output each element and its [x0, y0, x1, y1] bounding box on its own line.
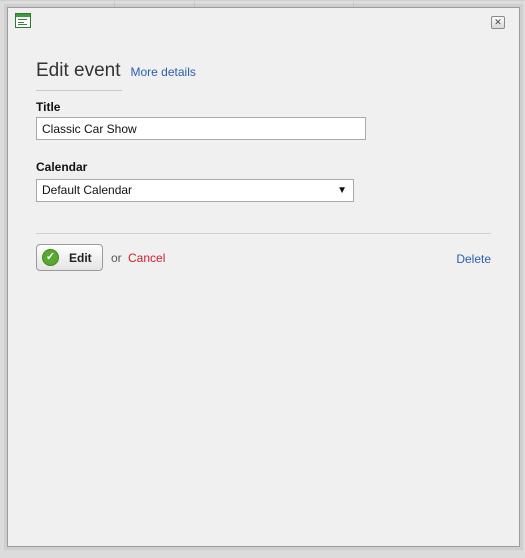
calendar-select-value: Default Calendar — [42, 183, 133, 197]
title-input[interactable] — [36, 117, 366, 140]
heading-divider — [36, 90, 122, 91]
actions-row: ✓ Edit or Cancel Delete — [36, 244, 491, 274]
page-title: Edit event — [36, 60, 121, 81]
or-text: or — [111, 251, 122, 265]
dialog-content: Edit event More details Title Calendar D… — [36, 60, 491, 274]
dropdown-arrow-icon: ▼ — [337, 185, 347, 196]
cancel-link[interactable]: Cancel — [128, 251, 165, 265]
calendar-select[interactable]: Default Calendar ▼ — [36, 179, 354, 202]
close-icon[interactable]: ✕ — [491, 16, 505, 29]
heading-row: Edit event More details — [36, 60, 491, 82]
checkmark-icon: ✓ — [42, 249, 59, 266]
edit-event-dialog: ✕ Edit event More details Title Calendar… — [7, 7, 520, 547]
title-label: Title — [36, 100, 61, 114]
actions-divider — [36, 233, 491, 234]
calendar-app-icon — [15, 13, 31, 28]
dialog-titlebar: ✕ — [8, 8, 519, 34]
delete-link[interactable]: Delete — [456, 252, 491, 266]
more-details-link[interactable]: More details — [131, 65, 196, 79]
edit-button[interactable]: ✓ Edit — [36, 244, 103, 271]
edit-button-label: Edit — [69, 250, 92, 265]
calendar-label: Calendar — [36, 160, 88, 174]
